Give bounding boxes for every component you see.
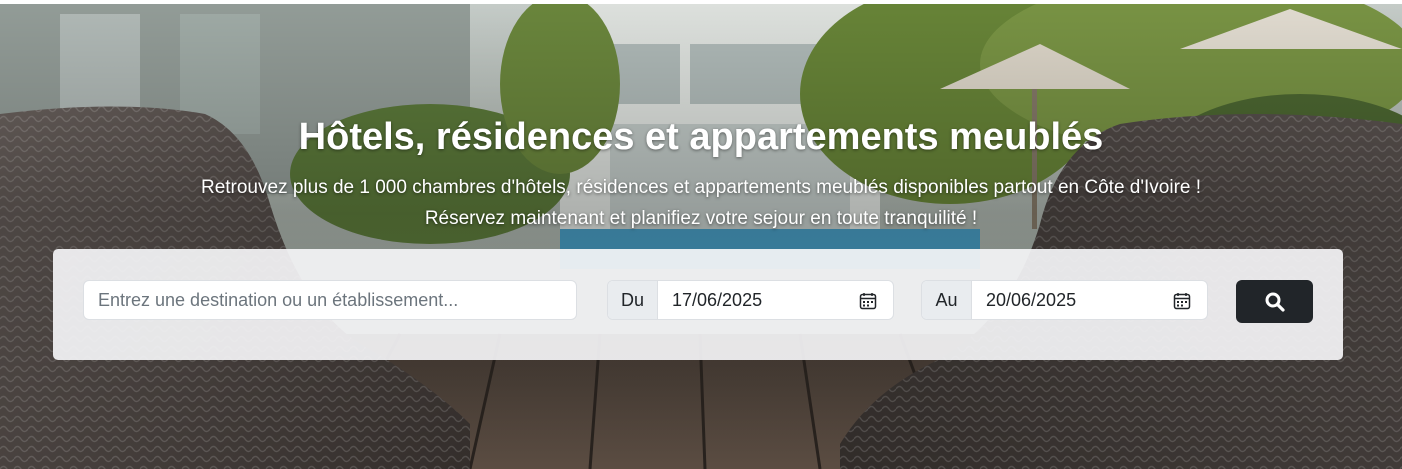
checkout-label: Au bbox=[922, 281, 972, 319]
hero-subtitle-line-2: Réservez maintenant et planifiez votre s… bbox=[424, 208, 978, 229]
checkin-label: Du bbox=[608, 281, 658, 319]
checkout-date-field[interactable]: Au 20/06/2025 bbox=[921, 280, 1208, 320]
checkin-date-value[interactable]: 17/06/2025 bbox=[658, 281, 893, 319]
destination-input[interactable] bbox=[83, 280, 577, 320]
calendar-icon[interactable] bbox=[859, 292, 877, 310]
hero-subtitle: Retrouvez plus de 1 000 chambres d'hôtel… bbox=[0, 172, 1402, 234]
hero-title: Hôtels, résidences et appartements meubl… bbox=[298, 116, 1104, 158]
checkout-date-text: 20/06/2025 bbox=[986, 289, 1077, 310]
hero-overlay bbox=[0, 4, 1402, 469]
search-button[interactable] bbox=[1236, 280, 1313, 323]
hero-subtitle-line-1: Retrouvez plus de 1 000 chambres d'hôtel… bbox=[200, 177, 1202, 198]
checkout-date-value[interactable]: 20/06/2025 bbox=[972, 281, 1207, 319]
checkin-date-field[interactable]: Du 17/06/2025 bbox=[607, 280, 894, 320]
hero-banner: Hôtels, résidences et appartements meubl… bbox=[0, 4, 1402, 469]
search-panel: Du 17/06/2025 Au 20/06/2025 bbox=[53, 249, 1343, 360]
checkin-date-text: 17/06/2025 bbox=[672, 289, 763, 310]
calendar-icon[interactable] bbox=[1173, 292, 1191, 310]
search-icon bbox=[1265, 292, 1285, 312]
